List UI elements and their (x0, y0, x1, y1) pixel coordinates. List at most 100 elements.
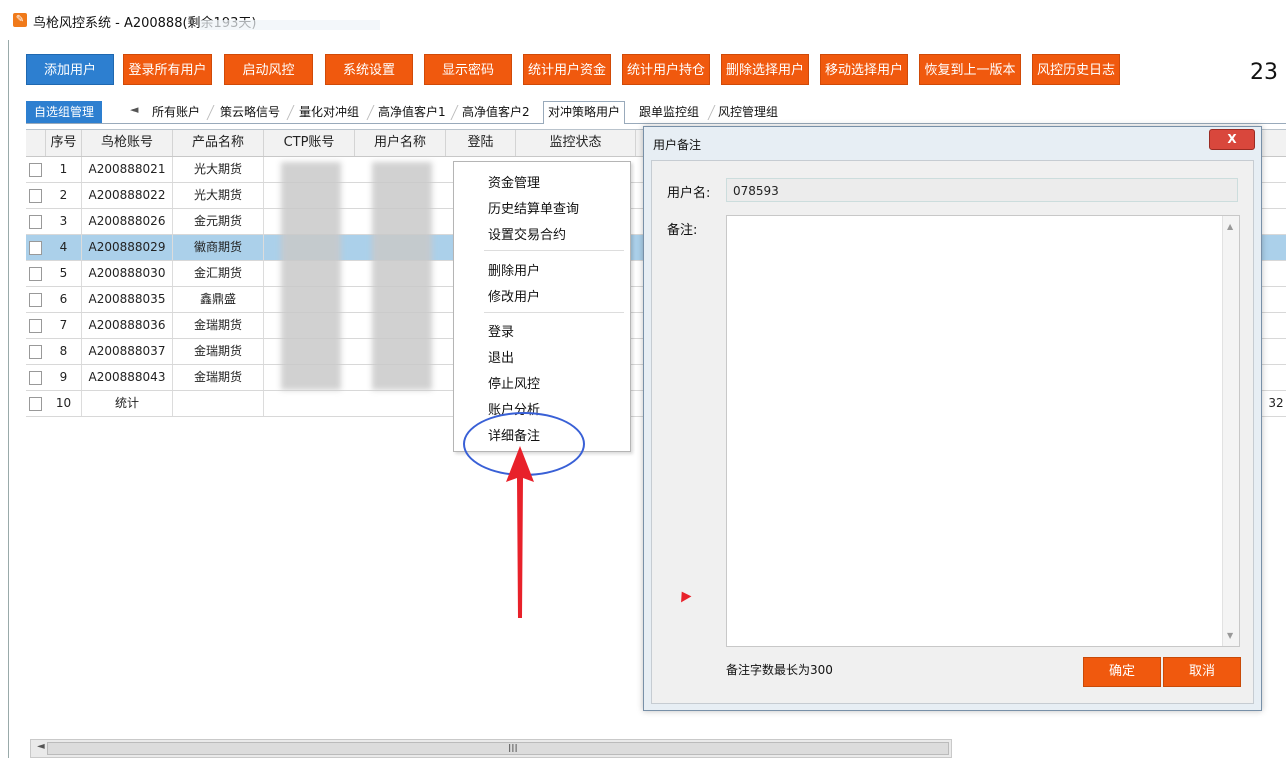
confirm-button[interactable]: 确定 (1083, 657, 1161, 687)
row-checkbox[interactable] (29, 241, 42, 255)
red-marker-icon (676, 588, 692, 603)
row-product: 金汇期货 (173, 261, 264, 286)
row-product: 金瑞期货 (173, 365, 264, 390)
close-button[interactable]: X (1209, 129, 1255, 150)
row-total-label: 统计 (82, 391, 173, 416)
row-product: 光大期货 (173, 183, 264, 208)
row-product: 鑫鼎盛 (173, 287, 264, 312)
row-index: 5 (46, 261, 82, 286)
menu-login[interactable]: 登录 (488, 321, 514, 340)
header-account[interactable]: 鸟枪账号 (82, 130, 173, 156)
annotation-arrow-icon (506, 446, 534, 618)
restore-version-button[interactable]: 恢复到上一版本 (919, 54, 1021, 85)
tab-hedge-strategy-users[interactable]: 对冲策略用户 (543, 101, 626, 124)
show-password-button[interactable]: 显示密码 (424, 54, 512, 85)
tab-divider (450, 105, 459, 120)
title-bar: ✎ 鸟枪风控系统 - A200888(剩余193天) (0, 0, 1286, 40)
row-checkbox[interactable] (29, 293, 42, 307)
blurred-area (200, 20, 380, 30)
row-index: 9 (46, 365, 82, 390)
row-account: A200888035 (82, 287, 173, 312)
row-account: A200888037 (82, 339, 173, 364)
tab-hnw-1[interactable]: 高净值客户1 (378, 102, 446, 122)
note-scrollbar[interactable]: ▲ ▼ (1222, 216, 1239, 646)
tab-all-accounts[interactable]: 所有账户 (152, 102, 200, 122)
row-index: 3 (46, 209, 82, 234)
note-length-hint: 备注字数最长为300 (726, 663, 833, 677)
menu-edit-user[interactable]: 修改用户 (488, 286, 540, 305)
system-settings-button[interactable]: 系统设置 (325, 54, 413, 85)
tab-hnw-2[interactable]: 高净值客户2 (462, 102, 530, 122)
menu-fund-management[interactable]: 资金管理 (488, 172, 540, 191)
scroll-up-icon[interactable]: ▲ (1227, 222, 1233, 231)
row-checkbox[interactable] (29, 189, 42, 203)
row-index: 6 (46, 287, 82, 312)
scroll-left-icon[interactable]: ◄ (37, 741, 45, 752)
dialog-body: 用户名: 078593 备注: ▲ ▼ 备注字数最长为300 确定 取消 (651, 160, 1254, 704)
header-username[interactable]: 用户名称 (355, 130, 446, 156)
user-note-dialog: 用户备注 X 用户名: 078593 备注: ▲ ▼ 备注字数最长为300 确定… (643, 126, 1262, 711)
row-index: 1 (46, 157, 82, 182)
menu-delete-user[interactable]: 删除用户 (488, 260, 540, 279)
row-checkbox[interactable] (29, 319, 42, 333)
delete-selected-button[interactable]: 删除选择用户 (721, 54, 809, 85)
row-product: 金瑞期货 (173, 339, 264, 364)
row-index: 4 (46, 235, 82, 260)
row-account: A200888036 (82, 313, 173, 338)
menu-history-statement[interactable]: 历史结算单查询 (488, 198, 579, 217)
tab-scroll-left-icon[interactable]: ◄ (130, 103, 138, 116)
row-index: 10 (46, 391, 82, 416)
username-field: 078593 (726, 178, 1238, 202)
row-checkbox[interactable] (29, 267, 42, 281)
tab-group-manage[interactable]: 自选组管理 (26, 101, 103, 123)
header-index[interactable]: 序号 (46, 130, 82, 156)
stat-positions-button[interactable]: 统计用户持仓 (622, 54, 710, 85)
tab-strategy-signal[interactable]: 策云略信号 (220, 102, 280, 122)
row-product: 光大期货 (173, 157, 264, 182)
tab-divider (286, 105, 295, 120)
scroll-grip: III (508, 742, 518, 755)
row-checkbox[interactable] (29, 371, 42, 385)
menu-set-contracts[interactable]: 设置交易合约 (488, 224, 566, 243)
username-label: 用户名: (667, 186, 711, 201)
row-checkbox[interactable] (29, 163, 42, 177)
header-monitor-status[interactable]: 监控状态 (516, 130, 636, 156)
tab-copy-trade[interactable]: 跟单监控组 (639, 102, 699, 122)
menu-divider (484, 250, 624, 251)
row-account: A200888021 (82, 157, 173, 182)
add-user-button[interactable]: 添加用户 (26, 54, 114, 85)
row-index: 8 (46, 339, 82, 364)
row-account: A200888026 (82, 209, 173, 234)
row-checkbox[interactable] (29, 345, 42, 359)
tab-risk-management[interactable]: 风控管理组 (718, 102, 778, 122)
note-label: 备注: (667, 223, 698, 238)
header-product[interactable]: 产品名称 (173, 130, 264, 156)
row-account: A200888022 (82, 183, 173, 208)
scroll-down-icon[interactable]: ▼ (1227, 631, 1233, 640)
stat-funds-button[interactable]: 统计用户资金 (523, 54, 611, 85)
risk-history-button[interactable]: 风控历史日志 (1032, 54, 1120, 85)
tab-divider (707, 105, 716, 120)
horizontal-scrollbar[interactable]: ◄ III (30, 739, 952, 758)
start-risk-control-button[interactable]: 启动风控 (224, 54, 313, 85)
scroll-thumb[interactable]: III (47, 742, 949, 755)
cancel-button[interactable]: 取消 (1163, 657, 1241, 687)
row-product: 金瑞期货 (173, 313, 264, 338)
context-menu: 资金管理 历史结算单查询 设置交易合约 删除用户 修改用户 登录 退出 停止风控… (453, 161, 631, 452)
header-login[interactable]: 登陆 (446, 130, 516, 156)
login-all-button[interactable]: 登录所有用户 (123, 54, 212, 85)
row-checkbox[interactable] (29, 215, 42, 229)
row-checkbox[interactable] (29, 397, 42, 411)
header-ctp-account[interactable]: CTP账号 (264, 130, 355, 156)
tab-quant-hedge[interactable]: 量化对冲组 (299, 102, 359, 122)
tab-divider (206, 105, 215, 120)
menu-divider (484, 312, 624, 313)
clock-text: 23 (1250, 60, 1278, 85)
row-account: A200888030 (82, 261, 173, 286)
row-index: 7 (46, 313, 82, 338)
move-selected-button[interactable]: 移动选择用户 (820, 54, 908, 85)
menu-logout[interactable]: 退出 (488, 347, 514, 366)
note-textarea[interactable]: ▲ ▼ (726, 215, 1240, 647)
row-product (173, 391, 264, 416)
menu-stop-risk-control[interactable]: 停止风控 (488, 373, 540, 392)
